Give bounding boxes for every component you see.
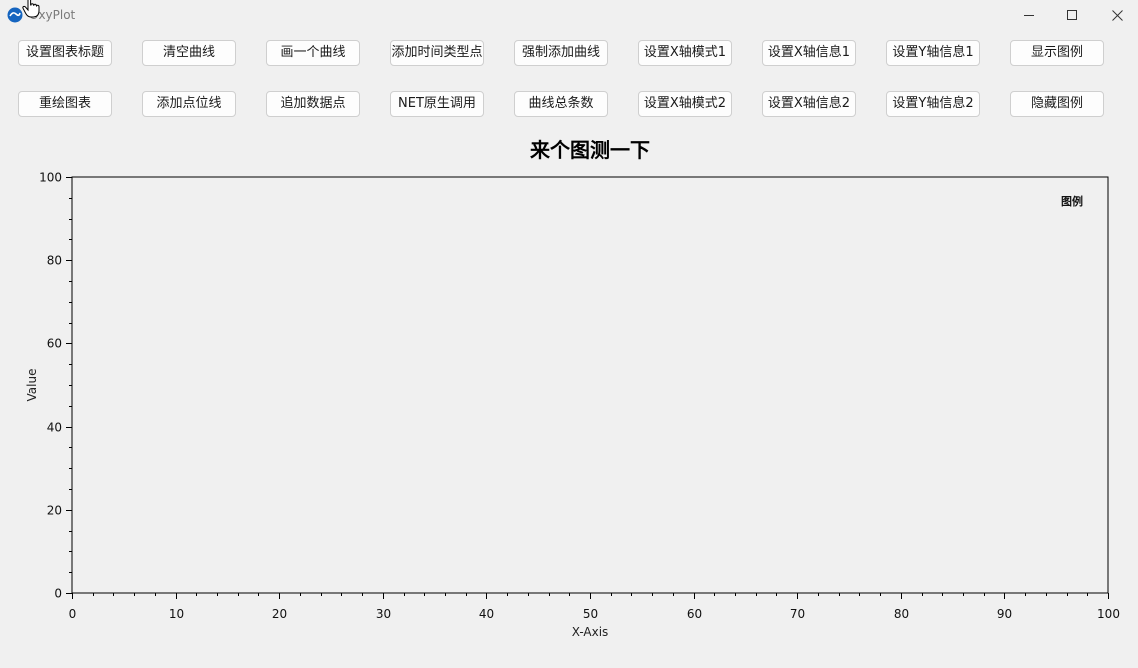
y-tick-label: 20: [47, 504, 62, 518]
legend-title: 图例: [1061, 194, 1083, 208]
y-tick-label: 60: [47, 337, 62, 351]
plot-frame: [71, 176, 1109, 594]
x-tick-label: 50: [583, 607, 598, 621]
x-tick-label: 20: [272, 607, 287, 621]
y-tick-label: 0: [54, 587, 62, 601]
x-axis-title: X-Axis: [572, 625, 609, 639]
x-tick-label: 90: [997, 607, 1012, 621]
x-tick-label: 40: [479, 607, 494, 621]
x-tick-label: 100: [1097, 607, 1120, 621]
y-tick-label: 100: [39, 171, 62, 185]
x-tick-label: 80: [894, 607, 909, 621]
y-tick-label: 80: [47, 254, 62, 268]
x-tick-label: 70: [790, 607, 805, 621]
x-tick-label: 60: [687, 607, 702, 621]
y-tick-label: 40: [47, 421, 62, 435]
plot-area[interactable]: 图例 X-Axis Value 0 10 20 30 40 50 60 70 80 90 100 0…: [0, 0, 1138, 668]
x-tick-label: 30: [376, 607, 391, 621]
y-axis-title: Value: [25, 369, 39, 402]
x-tick-label: 0: [69, 607, 77, 621]
x-tick-label: 10: [169, 607, 184, 621]
